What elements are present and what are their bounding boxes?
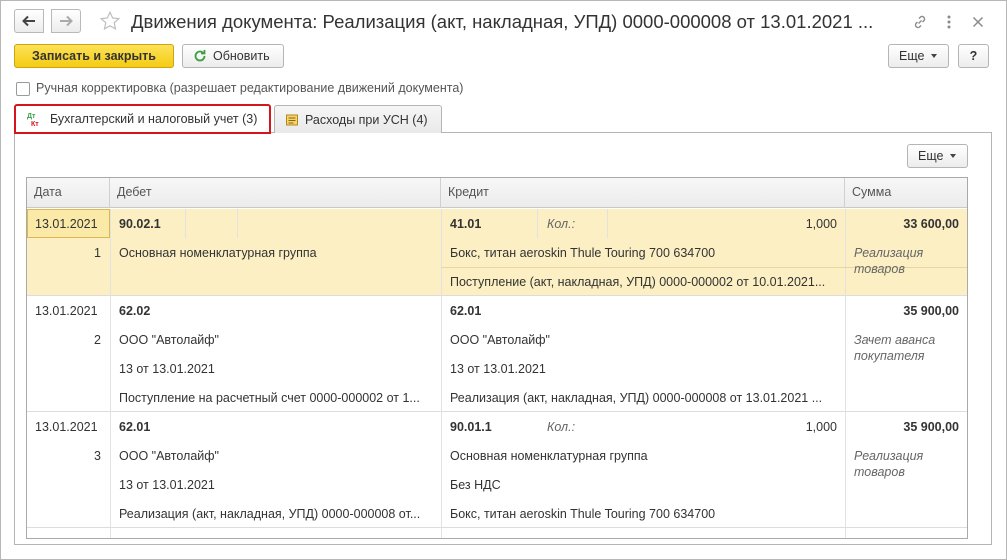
column-header-debit[interactable]: Дебет bbox=[110, 178, 441, 208]
debit-account: 62.02 bbox=[119, 304, 151, 318]
amount-note: Реализация товаров bbox=[854, 246, 924, 276]
debit-subconto: 13 от 13.01.2021 bbox=[119, 362, 215, 376]
forward-button[interactable] bbox=[51, 9, 81, 33]
link-icon bbox=[914, 15, 926, 29]
row-date: 13.01.2021 bbox=[35, 304, 98, 318]
table-more-button[interactable]: Еще bbox=[907, 144, 968, 168]
row-number: 3 bbox=[94, 449, 101, 463]
more-actions-button[interactable]: Еще bbox=[888, 44, 949, 68]
debit-subconto: ООО "Автолайф" bbox=[119, 449, 219, 463]
tab-accounting-tax-label: Бухгалтерский и налоговый учет (3) bbox=[50, 112, 258, 126]
debit-subconto: Реализация (акт, накладная, УПД) 0000-00… bbox=[119, 507, 421, 521]
back-button[interactable] bbox=[14, 9, 44, 33]
credit-subconto: Без НДС bbox=[450, 478, 501, 492]
row-amount: 35 900,00 bbox=[903, 420, 959, 434]
row-number: 2 bbox=[94, 333, 101, 347]
tab-usn-expenses[interactable]: Расходы при УСН (4) bbox=[274, 105, 442, 133]
movements-table: Дата Дебет Кредит Сумма 13.01.2021 1 90.… bbox=[26, 177, 968, 539]
table-header: Дата Дебет Кредит Сумма bbox=[27, 178, 967, 208]
column-header-date[interactable]: Дата bbox=[27, 178, 110, 208]
close-icon bbox=[972, 16, 984, 28]
credit-subconto: 13 от 13.01.2021 bbox=[450, 362, 546, 376]
credit-qty-label: Кол.: bbox=[547, 217, 576, 231]
debit-account: 62.01 bbox=[119, 420, 151, 434]
arrow-left-icon bbox=[22, 15, 35, 27]
row-amount: 35 900,00 bbox=[903, 304, 959, 318]
table-row[interactable]: 13.01.2021 2 62.02 ООО "Автолайф" 13 от … bbox=[27, 296, 967, 412]
link-button[interactable] bbox=[909, 11, 931, 33]
row-number: 1 bbox=[94, 246, 101, 260]
more-vertical-icon bbox=[947, 15, 951, 29]
credit-subconto: Поступление (акт, накладная, УПД) 0000-0… bbox=[450, 275, 826, 289]
debit-subconto: Поступление на расчетный счет 0000-00000… bbox=[119, 391, 420, 405]
manual-correction-checkbox[interactable] bbox=[16, 82, 30, 96]
svg-text:Кт: Кт bbox=[31, 121, 39, 127]
refresh-button[interactable]: Обновить bbox=[182, 44, 284, 68]
amount-note: Зачет аванса покупателя bbox=[854, 333, 936, 363]
credit-subconto: Основная номенклатурная группа bbox=[450, 449, 648, 463]
star-icon bbox=[99, 10, 121, 31]
save-and-close-button[interactable]: Записать и закрыть bbox=[14, 44, 174, 68]
tab-accounting-tax[interactable]: Дт Кт Бухгалтерский и налоговый учет (3) bbox=[14, 104, 271, 134]
refresh-icon bbox=[194, 50, 206, 62]
row-date: 13.01.2021 bbox=[35, 217, 98, 231]
tab-usn-expenses-label: Расходы при УСН (4) bbox=[305, 112, 428, 127]
menu-button[interactable] bbox=[938, 11, 960, 33]
credit-subconto: Бокс, титан aeroskin Thule Touring 700 6… bbox=[450, 246, 716, 260]
table-more-label: Еще bbox=[918, 149, 944, 163]
window-title: Движения документа: Реализация (акт, нак… bbox=[131, 11, 874, 32]
debit-subconto: ООО "Автолайф" bbox=[119, 333, 219, 347]
svg-text:Дт: Дт bbox=[27, 113, 36, 120]
credit-qty: 1,000 bbox=[805, 217, 837, 231]
refresh-label: Обновить bbox=[213, 49, 270, 63]
register-icon bbox=[285, 113, 299, 127]
manual-correction-label: Ручная корректировка (разрешает редактир… bbox=[36, 81, 464, 95]
credit-account: 90.01.1 bbox=[450, 420, 492, 434]
chevron-down-icon bbox=[931, 54, 938, 58]
credit-qty: 1,000 bbox=[805, 420, 837, 434]
close-button[interactable] bbox=[967, 11, 989, 33]
column-header-amount[interactable]: Сумма bbox=[845, 178, 967, 208]
credit-subconto: Реализация (акт, накладная, УПД) 0000-00… bbox=[450, 391, 823, 405]
help-button[interactable]: ? bbox=[958, 44, 989, 68]
row-date: 13.01.2021 bbox=[35, 420, 98, 434]
debit-subconto: 13 от 13.01.2021 bbox=[119, 478, 215, 492]
favorite-star-button[interactable] bbox=[97, 8, 123, 34]
column-header-credit[interactable]: Кредит bbox=[441, 178, 845, 208]
arrow-right-icon bbox=[60, 15, 73, 27]
credit-subconto: ООО "Автолайф" bbox=[450, 333, 550, 347]
credit-qty-label: Кол.: bbox=[547, 420, 576, 434]
chevron-down-icon bbox=[950, 154, 957, 158]
credit-account: 41.01 bbox=[450, 217, 482, 231]
debit-account: 90.02.1 bbox=[119, 217, 161, 231]
document-movements-window: Движения документа: Реализация (акт, нак… bbox=[0, 0, 1007, 560]
help-label: ? bbox=[969, 49, 978, 63]
save-and-close-label: Записать и закрыть bbox=[32, 49, 156, 63]
credit-subconto: Бокс, титан aeroskin Thule Touring 700 6… bbox=[450, 507, 716, 521]
more-actions-label: Еще bbox=[899, 49, 925, 63]
table-row[interactable]: 13.01.2021 3 62.01 ООО "Автолайф" 13 от … bbox=[27, 412, 967, 528]
credit-account: 62.01 bbox=[450, 304, 482, 318]
debit-subconto: Основная номенклатурная группа bbox=[119, 246, 317, 260]
table-row[interactable]: 13.01.2021 1 90.02.1 Основная номенклату… bbox=[27, 209, 967, 296]
amount-note: Реализация товаров bbox=[854, 449, 924, 479]
debit-credit-icon: Дт Кт bbox=[26, 111, 44, 127]
row-amount: 33 600,00 bbox=[903, 217, 959, 231]
